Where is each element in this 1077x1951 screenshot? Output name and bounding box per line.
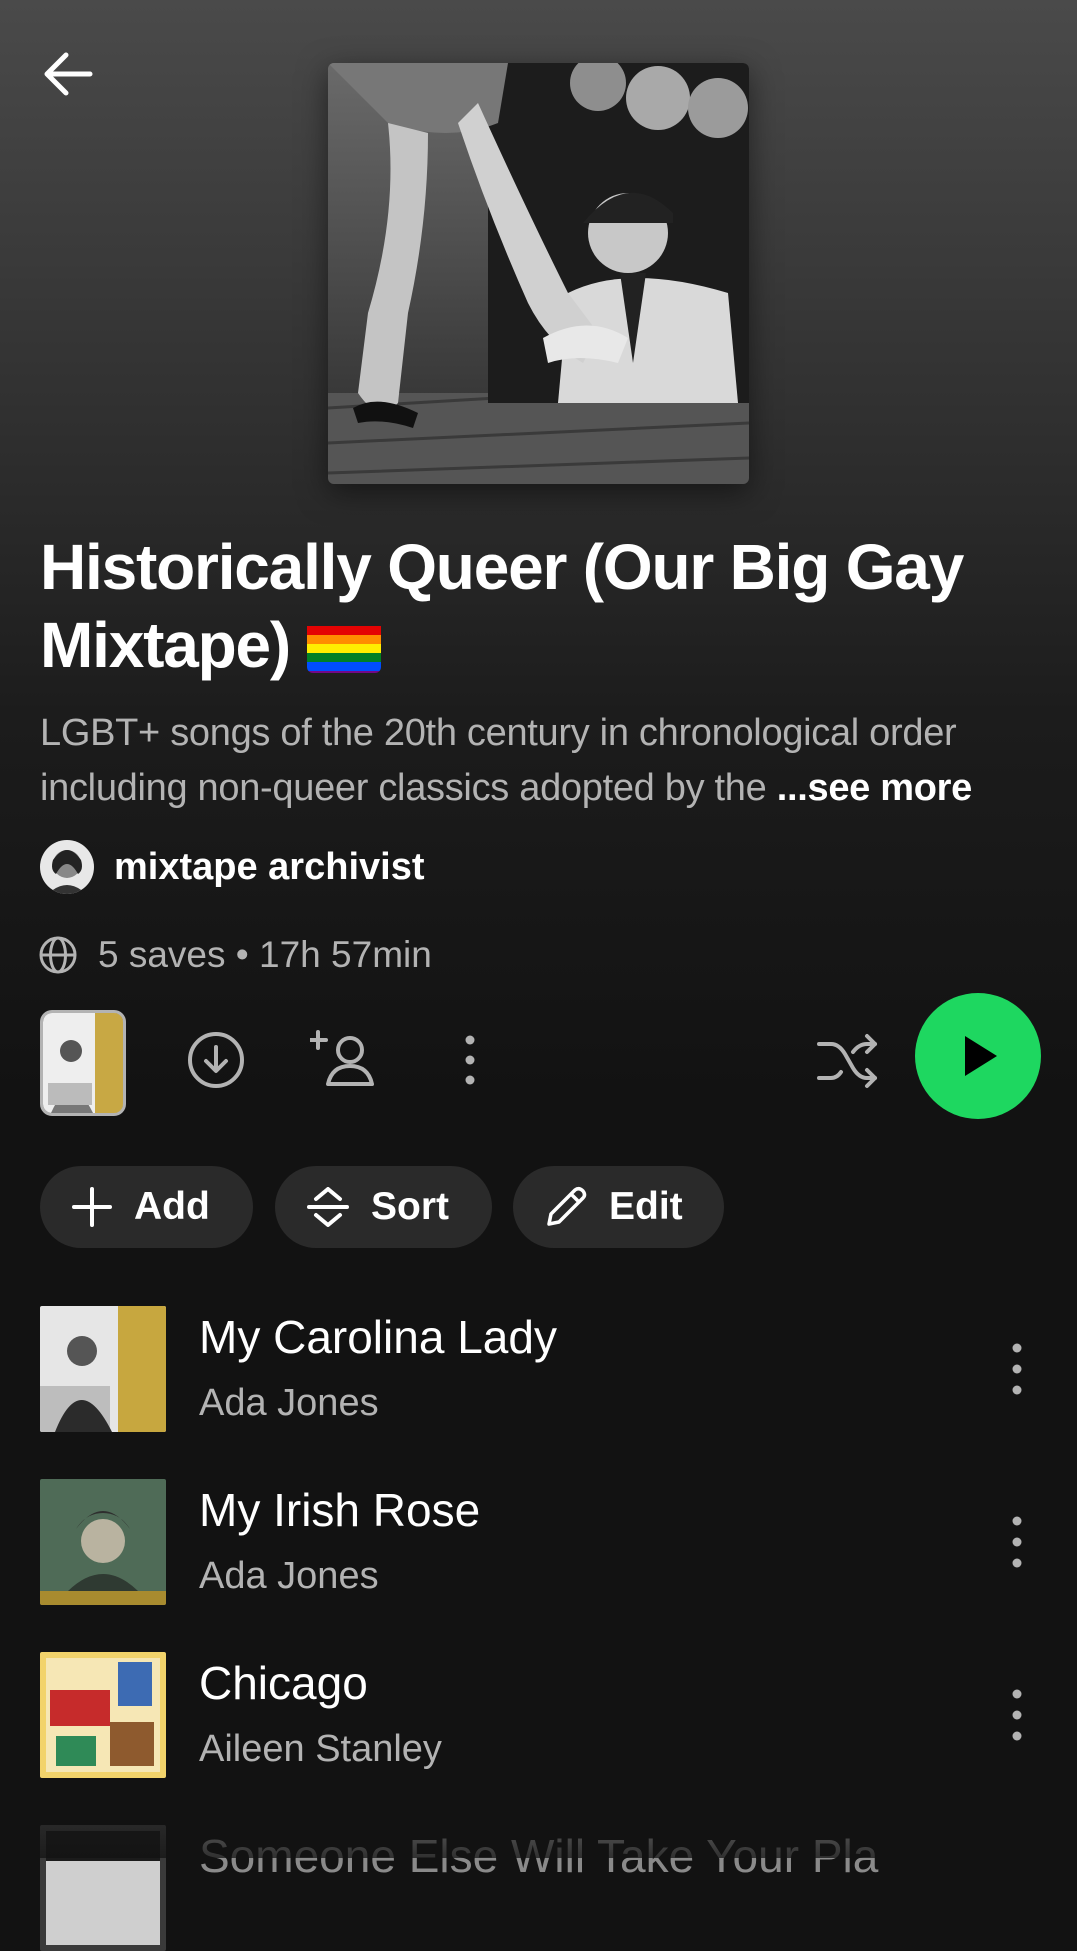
track-title: Someone Else Will Take Your Pla [199,1830,879,1882]
edit-chip-button[interactable]: Edit [513,1166,724,1248]
shuffle-icon [817,1034,877,1088]
add-user-icon [308,1030,374,1086]
playlist-preview-thumbnail[interactable] [40,1010,126,1116]
track-more-button[interactable] [992,1678,1042,1752]
track-artist: Aileen Stanley [199,1728,442,1770]
download-button[interactable] [186,1030,246,1095]
playlist-title-text: Historically Queer (Our Big Gay Mixtape) [40,531,964,681]
pencil-icon [547,1186,587,1226]
rainbow-flag-icon [306,619,381,673]
edit-chip-label: Edit [609,1185,683,1228]
track-row[interactable]: My Irish Rose Ada Jones [40,1479,1040,1605]
track-row[interactable]: Someone Else Will Take Your Pla [40,1825,1040,1951]
stats-text: 5 saves • 17h 57min [98,934,432,975]
track-artwork [40,1652,166,1778]
back-button[interactable] [38,44,98,104]
track-row[interactable]: My Carolina Lady Ada Jones [40,1306,1040,1432]
download-icon [188,1032,244,1088]
playlist-cover-image [328,63,749,484]
track-more-button[interactable] [992,1505,1042,1579]
description-line-2: including non-queer classics adopted by … [40,767,777,809]
globe-icon [39,936,77,974]
track-artwork [40,1825,166,1951]
more-options-button[interactable] [451,1030,489,1095]
track-more-button[interactable] [992,1332,1042,1406]
play-icon [965,1036,997,1076]
playlist-description: LGBT+ songs of the 20th century in chron… [40,706,1050,816]
add-collaborator-button[interactable] [308,1028,376,1093]
add-chip-button[interactable]: Add [40,1166,253,1248]
track-title: My Irish Rose [199,1484,481,1536]
more-vertical-icon [1012,1689,1022,1741]
sort-chip-label: Sort [371,1185,449,1228]
owner-avatar [40,840,94,894]
add-chip-label: Add [134,1185,210,1228]
shuffle-button[interactable] [815,1030,879,1095]
arrow-left-icon [44,52,93,96]
track-artist: Ada Jones [199,1555,379,1597]
track-title: My Carolina Lady [199,1311,557,1363]
more-vertical-icon [1012,1343,1022,1395]
description-line-1: LGBT+ songs of the 20th century in chron… [40,712,957,754]
track-artwork [40,1306,166,1432]
playlist-stats: 5 saves • 17h 57min [38,934,432,976]
track-row[interactable]: Chicago Aileen Stanley [40,1652,1040,1778]
track-title: Chicago [199,1657,368,1709]
playlist-owner[interactable]: mixtape archivist [40,840,424,894]
play-button[interactable] [915,993,1041,1119]
sort-chip-button[interactable]: Sort [275,1166,492,1248]
track-artist: Ada Jones [199,1382,379,1424]
sort-icon [307,1187,349,1227]
owner-name: mixtape archivist [114,845,425,888]
track-artwork [40,1479,166,1605]
plus-icon [72,1187,112,1227]
more-vertical-icon [1012,1516,1022,1568]
playlist-title: Historically Queer (Our Big Gay Mixtape) [40,528,1020,684]
see-more-link[interactable]: ...see more [777,767,973,809]
more-vertical-icon [465,1035,475,1085]
